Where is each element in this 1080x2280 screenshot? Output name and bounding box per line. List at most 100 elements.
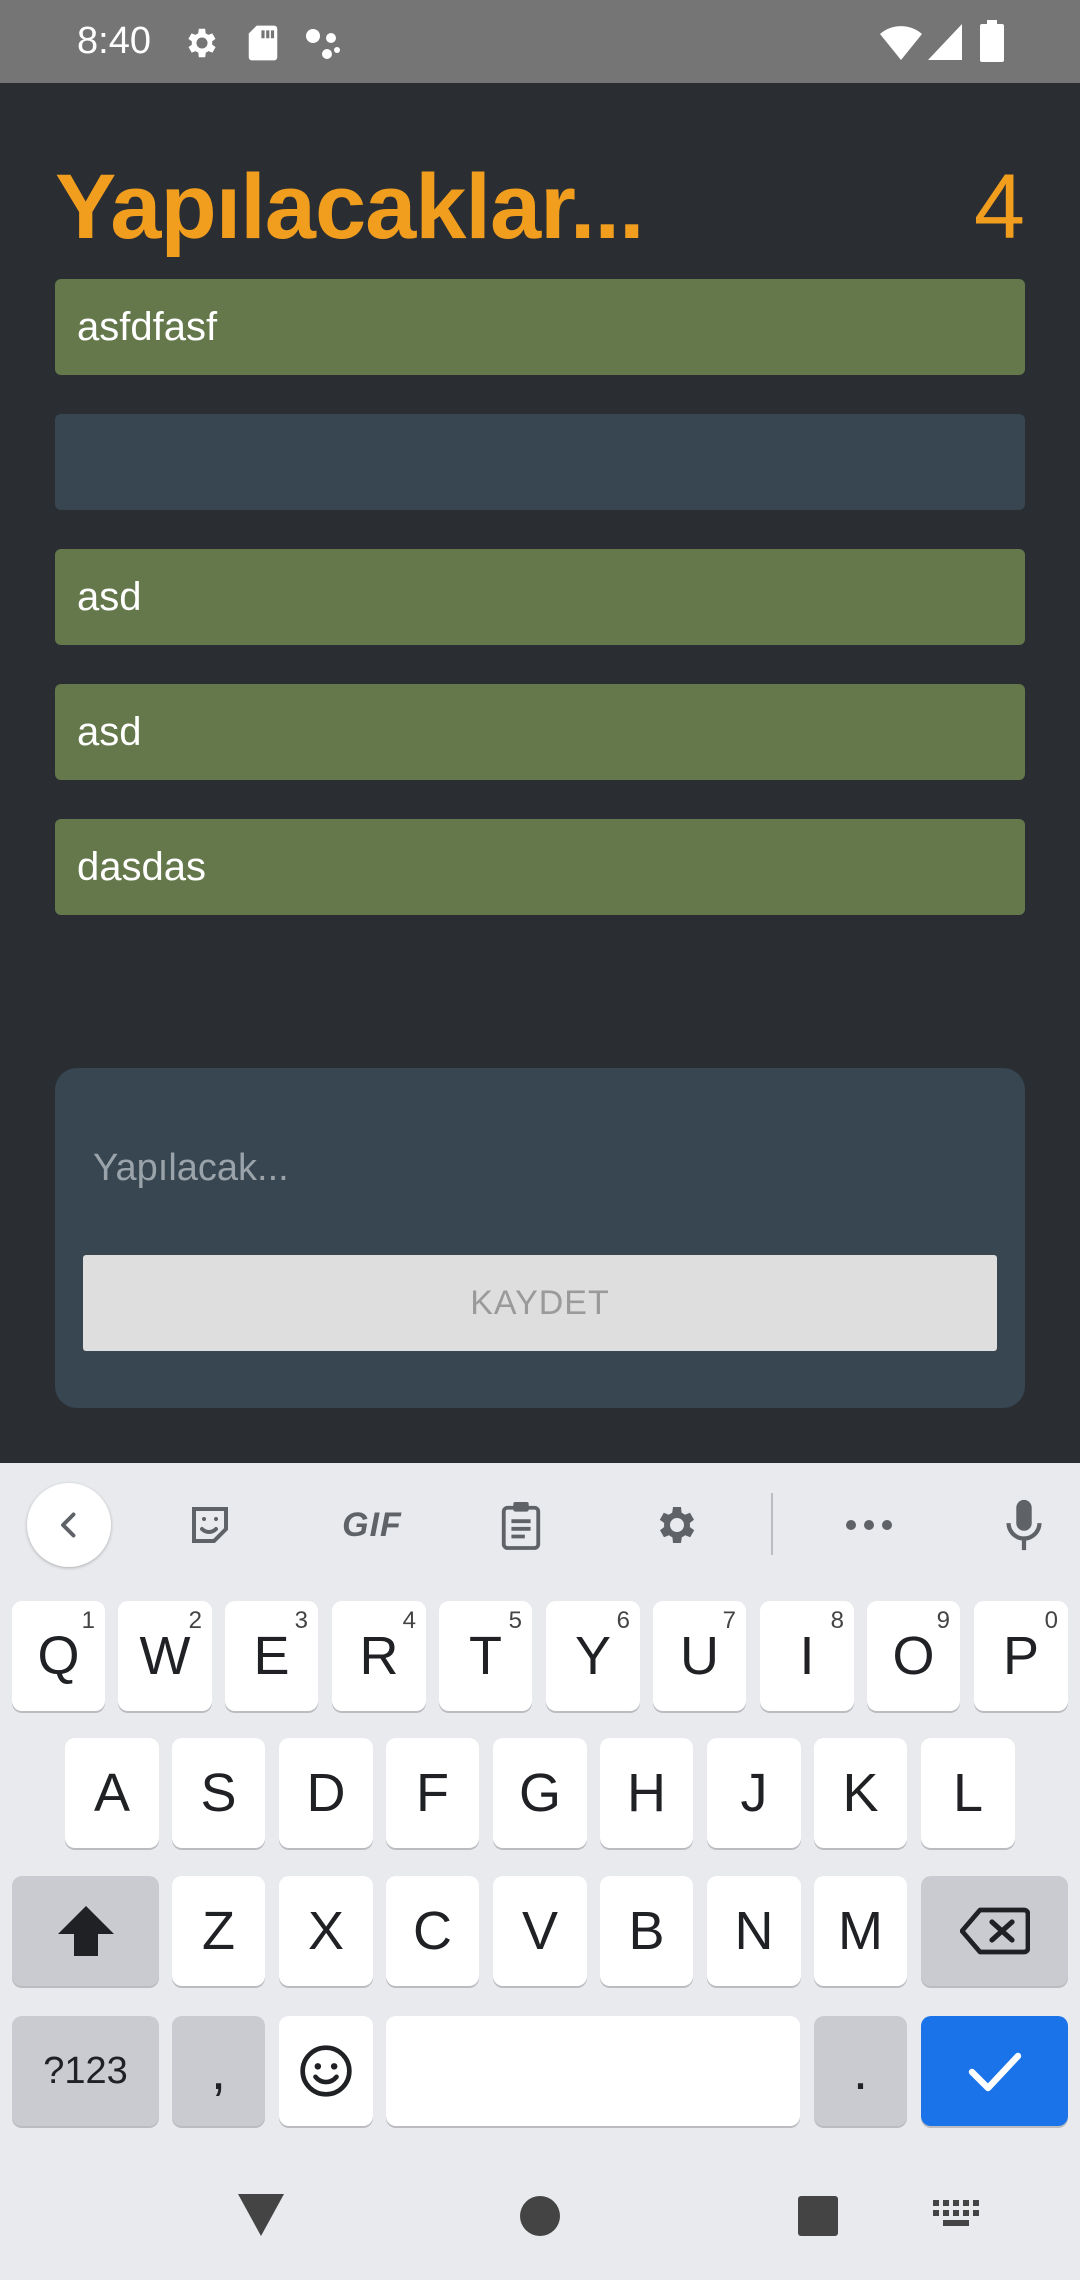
key-j[interactable]: J xyxy=(707,1738,801,1848)
key-label: Z xyxy=(202,1901,235,1961)
key-label: Y xyxy=(574,1626,612,1686)
key-label: C xyxy=(413,1901,452,1961)
key-label: T xyxy=(469,1626,502,1686)
key-label: F xyxy=(416,1763,449,1823)
key-label: M xyxy=(838,1901,883,1961)
sticker-icon[interactable] xyxy=(168,1483,252,1567)
done-key[interactable] xyxy=(921,2016,1068,2126)
backspace-key[interactable] xyxy=(921,1876,1068,1986)
todo-item-empty[interactable] xyxy=(55,414,1025,510)
back-icon[interactable] xyxy=(238,2194,284,2236)
gif-icon[interactable]: GIF xyxy=(322,1483,422,1567)
key-label: E xyxy=(253,1626,290,1686)
key-q[interactable]: Q1 xyxy=(12,1601,105,1711)
mic-icon[interactable] xyxy=(982,1483,1066,1567)
todo-item[interactable]: dasdas xyxy=(55,819,1025,915)
sd-card-icon xyxy=(248,25,278,61)
key-r[interactable]: R4 xyxy=(332,1601,426,1711)
key-label: U xyxy=(680,1626,719,1686)
backspace-icon xyxy=(959,1907,1030,1955)
key-label: L xyxy=(952,1763,984,1823)
assistant-icon xyxy=(306,29,340,59)
todo-item[interactable]: asd xyxy=(55,549,1025,645)
key-label: O xyxy=(892,1626,935,1686)
key-label: X xyxy=(307,1901,345,1961)
key-i[interactable]: I8 xyxy=(760,1601,854,1711)
key-e[interactable]: E3 xyxy=(225,1601,318,1711)
key-hint: 7 xyxy=(722,1607,736,1634)
key-label: K xyxy=(842,1763,879,1823)
key-label: ?123 xyxy=(43,2049,128,2092)
symbols-key[interactable]: ?123 xyxy=(12,2016,159,2126)
key-label: S xyxy=(200,1763,237,1823)
key-hint: 1 xyxy=(81,1607,95,1634)
key-label: H xyxy=(627,1763,666,1823)
key-label: R xyxy=(359,1626,399,1686)
key-label: B xyxy=(628,1901,665,1961)
key-label: G xyxy=(518,1763,561,1823)
period-key[interactable]: . xyxy=(814,2016,907,2126)
key-l[interactable]: L xyxy=(921,1738,1015,1848)
todo-text: asfdfasf xyxy=(77,304,218,349)
key-t[interactable]: T5 xyxy=(439,1601,532,1711)
key-k[interactable]: K xyxy=(814,1738,907,1848)
battery-icon xyxy=(980,20,1004,62)
home-icon[interactable] xyxy=(519,2195,561,2237)
key-hint: 6 xyxy=(616,1607,630,1634)
todo-item[interactable]: asfdfasf xyxy=(55,279,1025,375)
key-label: D xyxy=(306,1763,346,1823)
gear-icon xyxy=(188,28,216,58)
key-m[interactable]: M xyxy=(814,1876,907,1986)
key-label: , xyxy=(210,2041,226,2101)
key-label: . xyxy=(852,2041,868,2101)
app-screen: Yapılacaklar... 4 asfdfasf asd asd dasda… xyxy=(0,83,1080,1463)
comma-key[interactable]: , xyxy=(172,2016,265,2126)
key-w[interactable]: W2 xyxy=(118,1601,212,1711)
back-chevron-icon[interactable] xyxy=(27,1483,111,1567)
navigation-bar xyxy=(0,2170,1080,2280)
key-c[interactable]: C xyxy=(386,1876,479,1986)
key-hint: 8 xyxy=(830,1607,844,1634)
key-x[interactable]: X xyxy=(279,1876,373,1986)
keyboard-toolbar: GIF xyxy=(0,1463,1080,1583)
key-v[interactable]: V xyxy=(493,1876,587,1986)
key-h[interactable]: H xyxy=(600,1738,693,1848)
wifi-icon xyxy=(880,26,922,60)
key-label: V xyxy=(521,1901,559,1961)
key-a[interactable]: A xyxy=(65,1738,159,1848)
toolbar-divider xyxy=(771,1493,773,1555)
key-label: J xyxy=(740,1763,768,1823)
key-u[interactable]: U7 xyxy=(653,1601,746,1711)
key-z[interactable]: Z xyxy=(172,1876,265,1986)
settings-icon[interactable] xyxy=(635,1483,719,1567)
key-p[interactable]: P0 xyxy=(974,1601,1068,1711)
gif-label: GIF xyxy=(342,1505,402,1544)
todo-input[interactable] xyxy=(93,1128,973,1208)
signal-icon xyxy=(928,24,962,60)
key-y[interactable]: Y6 xyxy=(546,1601,640,1711)
key-f[interactable]: F xyxy=(386,1738,479,1848)
key-n[interactable]: N xyxy=(707,1876,801,1986)
page-title: Yapılacaklar... xyxy=(55,156,645,258)
todo-text: dasdas xyxy=(77,844,206,889)
keyboard-icon[interactable] xyxy=(933,2200,981,2232)
recents-icon[interactable] xyxy=(798,2196,838,2236)
key-d[interactable]: D xyxy=(279,1738,373,1848)
more-icon[interactable] xyxy=(827,1483,911,1567)
key-o[interactable]: O9 xyxy=(867,1601,960,1711)
key-label: W xyxy=(139,1626,191,1686)
emoji-key[interactable] xyxy=(279,2016,373,2126)
key-s[interactable]: S xyxy=(172,1738,265,1848)
clipboard-icon[interactable] xyxy=(479,1483,563,1567)
space-key[interactable] xyxy=(386,2016,800,2126)
todo-item[interactable]: asd xyxy=(55,684,1025,780)
key-b[interactable]: B xyxy=(600,1876,693,1986)
shift-key[interactable] xyxy=(12,1876,159,1986)
add-todo-card: KAYDET xyxy=(55,1068,1025,1408)
todo-text: asd xyxy=(77,709,142,754)
key-g[interactable]: G xyxy=(493,1738,587,1848)
emoji-icon xyxy=(300,2045,352,2097)
status-time: 8:40 xyxy=(77,20,151,62)
save-button[interactable]: KAYDET xyxy=(83,1255,997,1351)
key-hint: 2 xyxy=(188,1607,202,1634)
